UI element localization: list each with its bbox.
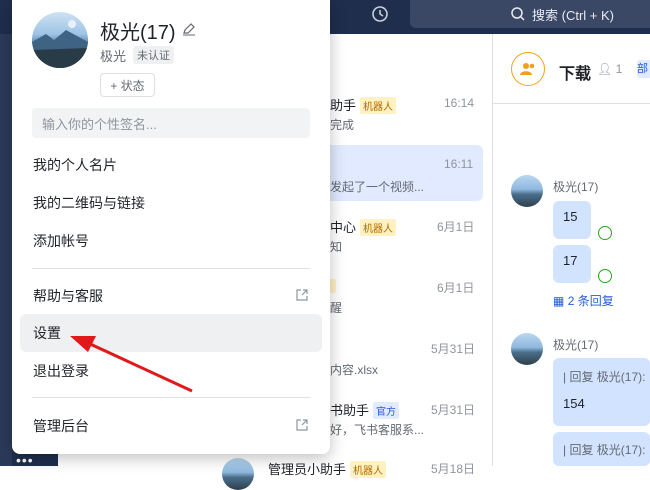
chat-time: 5月31日 xyxy=(431,403,476,417)
chat-time: 6月1日 xyxy=(437,220,475,234)
menu-item-qr-code[interactable]: 我的二维码与链接 xyxy=(20,184,322,222)
chat-preview: 知 xyxy=(330,240,343,254)
history-icon[interactable] xyxy=(370,4,390,24)
message-text: 154 xyxy=(563,396,585,411)
verify-badge: 未认证 xyxy=(133,46,174,64)
chat-time: 6月1日 xyxy=(437,281,475,295)
group-icon xyxy=(511,52,545,86)
status-button[interactable]: + 状态 xyxy=(100,73,155,97)
menu-item-logout[interactable]: 退出登录 xyxy=(20,352,322,390)
chat-preview: 醒 xyxy=(330,301,343,315)
menu-item-add-account[interactable]: 添加帐号 xyxy=(20,222,322,260)
robot-tag: 机器人 xyxy=(350,461,387,478)
menu-item-settings[interactable]: 设置 xyxy=(20,314,322,352)
chat-title[interactable]: 中心 机器人 xyxy=(330,217,397,236)
chat-preview: 内容.xlsx xyxy=(330,363,379,377)
official-tag: 官方 xyxy=(373,402,400,419)
menu-divider xyxy=(32,268,310,269)
chat-time: 16:11 xyxy=(444,157,474,171)
menu-divider xyxy=(32,397,310,398)
menu-item-business-card[interactable]: 我的个人名片 xyxy=(20,146,322,184)
chat-time: 16:14 xyxy=(444,96,475,110)
conversation-header: 下载 👤︎ 1 部 xyxy=(493,34,650,104)
sender-name: 极光(17) xyxy=(553,180,599,194)
profile-popup: 极光(17) 极光 未认证 + 状态 输入你的个性签名... 我的个人名片 我的… xyxy=(12,0,330,454)
replies-link[interactable]: ▦ 2 条回复 xyxy=(553,292,614,309)
external-link-icon xyxy=(296,289,308,301)
search-icon xyxy=(511,7,525,21)
avatar xyxy=(511,333,543,365)
chat-title[interactable]: 助手 机器人 xyxy=(330,95,397,114)
profile-name: 极光(17) xyxy=(100,22,176,44)
message-bubble[interactable]: 17 xyxy=(553,245,591,283)
read-check-icon xyxy=(598,226,612,240)
chat-title[interactable]: 管理员小助手 机器人 xyxy=(268,459,387,478)
chat-preview: 发起了一个视频... xyxy=(330,180,425,194)
profile-avatar[interactable] xyxy=(32,12,88,68)
signature-input[interactable]: 输入你的个性签名... xyxy=(32,108,310,138)
message-bubble[interactable]: | 回复 极光(17): 154 xyxy=(553,358,650,426)
chat-time: 5月31日 xyxy=(431,342,476,356)
sender-name: 极光(17) xyxy=(553,338,599,352)
chat-title[interactable]: 书助手 官方 xyxy=(330,400,400,419)
members-icon: 👤︎ xyxy=(597,62,613,76)
menu-item-admin[interactable]: 管理后台 xyxy=(20,407,322,445)
robot-tag: 机器人 xyxy=(360,219,397,236)
thread-icon: ▦ xyxy=(553,294,565,308)
robot-tag: 机器人 xyxy=(360,97,397,114)
conversation-title: 下载 xyxy=(559,66,592,83)
edit-icon[interactable] xyxy=(182,22,196,36)
member-count[interactable]: 👤︎ 1 xyxy=(597,62,622,76)
menu-item-label: 帮助与客服 xyxy=(33,288,103,304)
reply-quote: | 回复 极光(17): xyxy=(563,443,646,457)
rail-edge xyxy=(0,34,12,466)
external-link-icon xyxy=(296,419,308,431)
message-bubble[interactable]: | 回复 极光(17): xyxy=(553,432,650,466)
search-label: 搜索 (Ctrl + K) xyxy=(532,7,614,23)
read-check-icon xyxy=(598,269,612,283)
tab-fragment[interactable]: 部 xyxy=(637,60,650,78)
avatar xyxy=(511,175,543,207)
menu-item-label: 管理后台 xyxy=(33,418,89,434)
message-bubble[interactable]: 15 xyxy=(553,201,591,239)
search-box[interactable]: 搜索 (Ctrl + K) xyxy=(410,0,650,28)
profile-org: 极光 xyxy=(100,49,127,64)
reply-quote: | 回复 极光(17): xyxy=(563,370,646,384)
avatar xyxy=(222,458,254,490)
chat-preview: 完成 xyxy=(330,118,355,132)
chat-preview: 好，飞书客服系... xyxy=(330,423,425,437)
menu-item-help[interactable]: 帮助与客服 xyxy=(20,277,322,315)
chat-time: 5月18日 xyxy=(431,462,476,476)
